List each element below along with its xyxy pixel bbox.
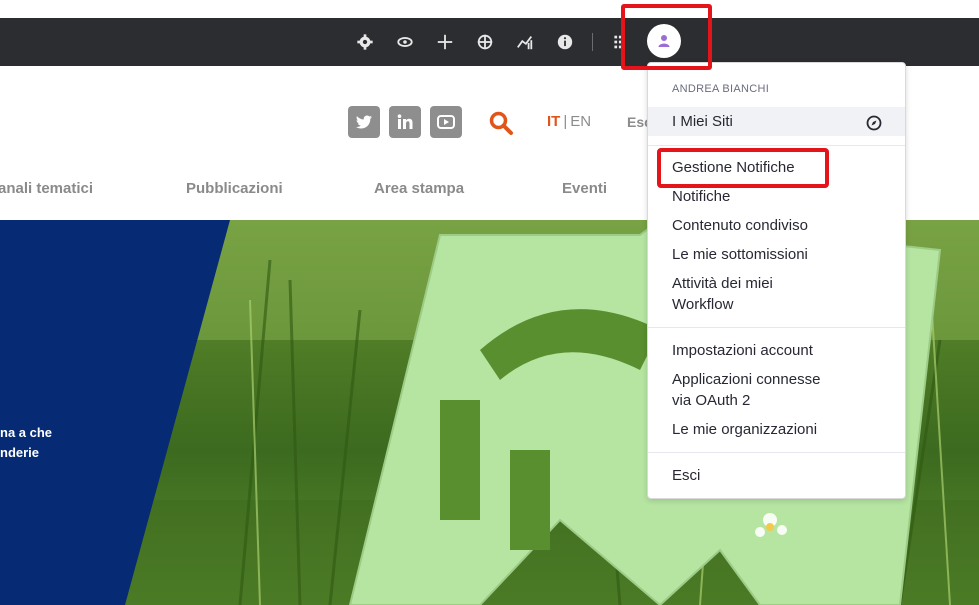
menu-divider [648, 452, 905, 453]
hero-text-line-2: nderie [0, 445, 40, 460]
lang-en[interactable]: EN [570, 113, 591, 130]
info-icon[interactable] [552, 29, 578, 55]
language-switcher: IT | EN [547, 113, 591, 130]
hero-text: na a che nderie [0, 423, 52, 463]
annotation-avatar-highlight [621, 4, 712, 70]
nav-item-area-stampa[interactable]: Area stampa [374, 180, 464, 197]
simulation-icon[interactable] [472, 29, 498, 55]
twitter-icon[interactable] [348, 106, 380, 138]
analytics-icon[interactable] [512, 29, 538, 55]
menu-item-my-submissions[interactable]: Le mie sottomissioni [672, 244, 808, 265]
linkedin-icon[interactable] [389, 106, 421, 138]
menu-item-label-line-2: via OAuth 2 [672, 392, 751, 409]
gear-icon[interactable] [352, 29, 378, 55]
hero-text-line-1: na a che [0, 425, 53, 440]
nav-item-pubblicazioni[interactable]: Pubblicazioni [186, 180, 283, 197]
menu-item-label-line-2: Workflow [672, 296, 734, 313]
menu-item-shared-content[interactable]: Contenuto condiviso [672, 215, 808, 236]
menu-item-oauth-apps[interactable]: Applicazioni connesse via OAuth 2 [672, 369, 820, 411]
youtube-icon[interactable] [430, 106, 462, 138]
plus-icon[interactable] [432, 29, 458, 55]
lang-it[interactable]: IT [547, 113, 560, 130]
compass-icon [866, 115, 882, 131]
search-icon[interactable] [488, 110, 514, 136]
admin-control-bar [0, 18, 979, 66]
menu-item-my-sites[interactable]: I Miei Siti [672, 111, 733, 132]
annotation-notification-management-highlight [657, 148, 829, 188]
lang-separator: | [563, 113, 568, 130]
menu-divider [648, 327, 905, 328]
menu-item-label-line-1: Applicazioni connesse [672, 371, 821, 388]
menu-item-my-workflow-tasks[interactable]: Attività dei miei Workflow [672, 273, 773, 315]
toolbar-divider [592, 33, 593, 51]
top-strip [0, 0, 979, 18]
user-name: ANDREA BIANCHI [672, 83, 770, 95]
menu-divider [648, 145, 905, 146]
nav-item-canali-tematici[interactable]: anali tematici [0, 180, 93, 197]
menu-item-notifications[interactable]: Notifiche [672, 186, 730, 207]
user-menu-dropdown: ANDREA BIANCHI I Miei Siti Gestione Noti… [647, 62, 906, 499]
menu-item-logout[interactable]: Esci [672, 465, 700, 486]
admin-toolbar [352, 18, 645, 66]
menu-item-my-organizations[interactable]: Le mie organizzazioni [672, 419, 817, 440]
social-links [348, 106, 471, 138]
menu-item-account-settings[interactable]: Impostazioni account [672, 340, 813, 361]
nav-item-eventi[interactable]: Eventi [562, 180, 607, 197]
eye-icon[interactable] [392, 29, 418, 55]
menu-item-label-line-1: Attività dei miei [672, 275, 773, 292]
